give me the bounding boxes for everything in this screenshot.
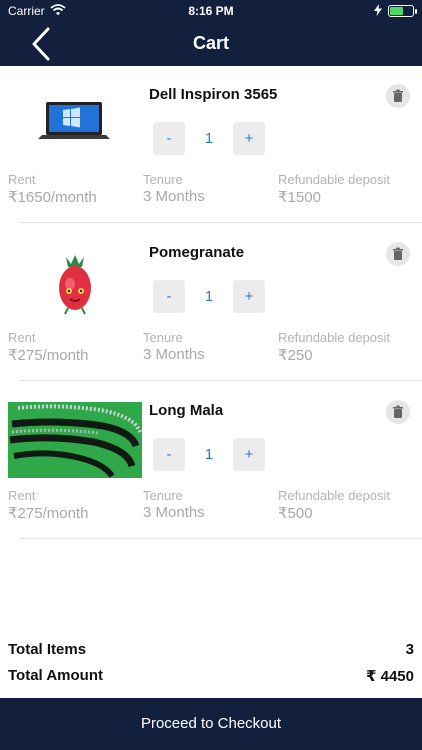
quantity-value: 1 bbox=[204, 288, 214, 305]
quantity-stepper: - 1 + bbox=[153, 280, 265, 313]
tenure-label: Tenure bbox=[143, 488, 183, 503]
increase-quantity-button[interactable]: + bbox=[233, 122, 265, 155]
tenure-value: 3 Months bbox=[143, 504, 205, 521]
delete-button[interactable] bbox=[386, 84, 410, 108]
tenure-value: 3 Months bbox=[143, 346, 205, 363]
rent-value: ₹275/month bbox=[8, 347, 89, 364]
rent-info: Rent ₹1650/month bbox=[8, 172, 97, 206]
battery-level-fill bbox=[390, 7, 403, 15]
rent-label: Rent bbox=[8, 488, 36, 503]
rent-label: Rent bbox=[8, 172, 36, 187]
tenure-info: Tenure 3 Months bbox=[143, 172, 205, 205]
nav-header: Carrier 8:16 PM Cart bbox=[0, 0, 422, 66]
product-name: Pomegranate bbox=[149, 244, 245, 261]
battery-icon bbox=[388, 5, 417, 17]
divider bbox=[20, 222, 422, 223]
tenure-info: Tenure 3 Months bbox=[143, 488, 205, 521]
deposit-label: Refundable deposit bbox=[278, 488, 391, 503]
product-name: Dell Inspiron 3565 bbox=[149, 86, 278, 103]
deposit-info: Refundable deposit ₹1500 bbox=[278, 172, 390, 206]
product-name: Long Mala bbox=[149, 402, 224, 419]
cart-item: Long Mala - 1 + Rent ₹275/month Tenure 3… bbox=[0, 382, 422, 540]
deposit-info: Refundable deposit ₹500 bbox=[278, 488, 390, 522]
increase-quantity-button[interactable]: + bbox=[233, 438, 265, 471]
decrease-quantity-button[interactable]: - bbox=[153, 280, 185, 313]
page-title: Cart bbox=[192, 33, 229, 53]
product-image bbox=[8, 244, 142, 320]
quantity-value: 1 bbox=[204, 446, 214, 463]
total-amount-label: Total Amount bbox=[8, 667, 103, 684]
charging-icon bbox=[374, 4, 382, 19]
cart-item: Dell Inspiron 3565 - 1 + Rent ₹1650/mont… bbox=[0, 66, 422, 224]
deposit-label: Refundable deposit bbox=[278, 330, 391, 345]
divider bbox=[20, 380, 422, 381]
rent-value: ₹275/month bbox=[8, 505, 89, 522]
deposit-value: ₹1500 bbox=[278, 189, 321, 206]
rent-info: Rent ₹275/month bbox=[8, 488, 88, 522]
checkout-button[interactable]: Proceed to Checkout bbox=[0, 698, 422, 750]
tenure-label: Tenure bbox=[143, 172, 183, 187]
tenure-info: Tenure 3 Months bbox=[143, 330, 205, 363]
deposit-info: Refundable deposit ₹250 bbox=[278, 330, 390, 364]
delete-button[interactable] bbox=[386, 242, 410, 266]
divider bbox=[20, 538, 422, 539]
increase-quantity-button[interactable]: + bbox=[233, 280, 265, 313]
rent-info: Rent ₹275/month bbox=[8, 330, 88, 364]
status-bar: Carrier 8:16 PM bbox=[0, 0, 422, 22]
delete-button[interactable] bbox=[386, 400, 410, 424]
product-image bbox=[8, 402, 142, 478]
rent-label: Rent bbox=[8, 330, 36, 345]
rent-value: ₹1650/month bbox=[8, 189, 97, 206]
deposit-label: Refundable deposit bbox=[278, 172, 391, 187]
deposit-value: ₹500 bbox=[278, 505, 313, 522]
deposit-value: ₹250 bbox=[278, 347, 313, 364]
total-items-label: Total Items bbox=[8, 641, 87, 658]
trash-icon bbox=[393, 247, 403, 260]
tenure-label: Tenure bbox=[143, 330, 183, 345]
trash-icon bbox=[393, 89, 403, 102]
trash-icon bbox=[393, 405, 403, 418]
total-amount-value: ₹ 4450 bbox=[366, 668, 414, 685]
tenure-value: 3 Months bbox=[143, 188, 205, 205]
clock: 8:16 PM bbox=[188, 4, 234, 18]
quantity-stepper: - 1 + bbox=[153, 122, 265, 155]
product-image bbox=[8, 86, 142, 162]
decrease-quantity-button[interactable]: - bbox=[153, 122, 185, 155]
cart-item: Pomegranate - 1 + Rent ₹275/month Tenure… bbox=[0, 224, 422, 382]
quantity-value: 1 bbox=[204, 130, 214, 147]
decrease-quantity-button[interactable]: - bbox=[153, 438, 185, 471]
total-items-value: 3 bbox=[405, 641, 414, 658]
quantity-stepper: - 1 + bbox=[153, 438, 265, 471]
